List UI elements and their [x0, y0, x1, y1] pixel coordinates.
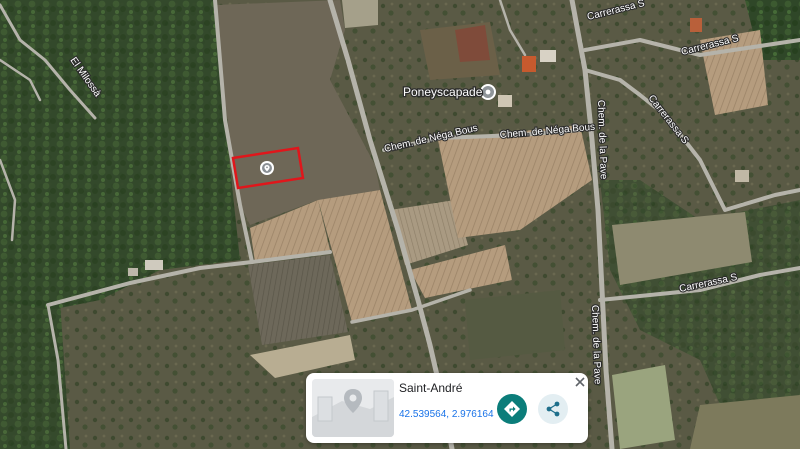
satellite-map[interactable]: El Milossà Carrerassa S Carrerassa S Car… — [0, 0, 800, 449]
share-icon — [546, 401, 560, 417]
place-title: Saint-André — [399, 381, 463, 395]
place-info-card: Saint-André 42.539564, 2.976164 — [306, 373, 588, 443]
directions-icon — [504, 401, 520, 417]
share-button[interactable] — [538, 394, 568, 424]
place-label-poneyscapade: Poneyscapade — [403, 85, 483, 99]
close-button[interactable] — [574, 376, 586, 388]
directions-button[interactable] — [497, 394, 527, 424]
close-icon — [575, 377, 585, 387]
street-view-thumbnail-icon — [312, 379, 394, 437]
place-thumbnail[interactable] — [312, 379, 394, 437]
location-pin-icon — [260, 161, 274, 175]
place-coordinates-link[interactable]: 42.539564, 2.976164 — [399, 409, 494, 420]
